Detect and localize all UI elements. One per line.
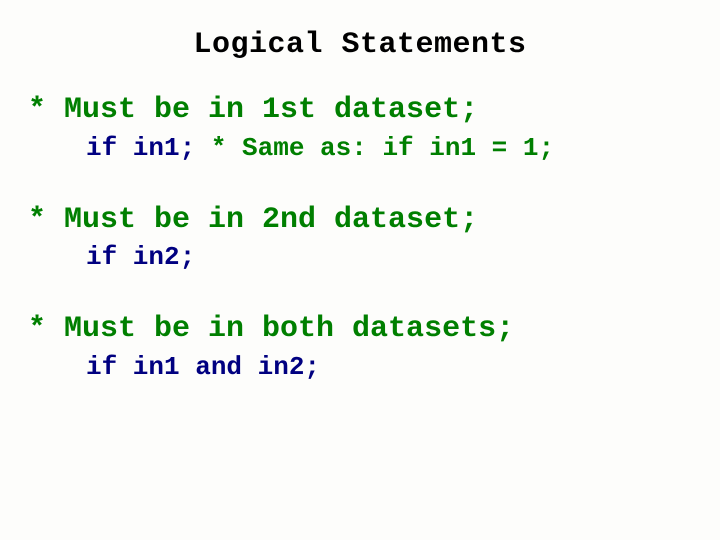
comment-line: * Must be in both datasets; [28, 309, 692, 350]
code-block-2: * Must be in 2nd dataset; if in2; [28, 200, 692, 276]
statement-line: if in1 and in2; [28, 350, 692, 385]
statement-text: if in1 and in2; [86, 352, 320, 382]
code-block-3: * Must be in both datasets; if in1 and i… [28, 309, 692, 385]
statement-text: if in1; [86, 133, 195, 163]
comment-line: * Must be in 2nd dataset; [28, 200, 692, 241]
comment-line: * Must be in 1st dataset; [28, 90, 692, 131]
comment-text: * Must be in 2nd dataset; [28, 203, 478, 237]
comment-text: * Must be in 1st dataset; [28, 93, 478, 127]
statement-text: if in2; [86, 242, 195, 272]
slide-title: Logical Statements [28, 28, 692, 62]
statement-line: if in2; [28, 240, 692, 275]
code-block-1: * Must be in 1st dataset; if in1; * Same… [28, 90, 692, 166]
comment-text: * Must be in both datasets; [28, 312, 514, 346]
statement-line: if in1; * Same as: if in1 = 1; [28, 131, 692, 166]
inline-comment-text: * Same as: if in1 = 1; [195, 133, 554, 163]
slide: Logical Statements * Must be in 1st data… [0, 0, 720, 540]
